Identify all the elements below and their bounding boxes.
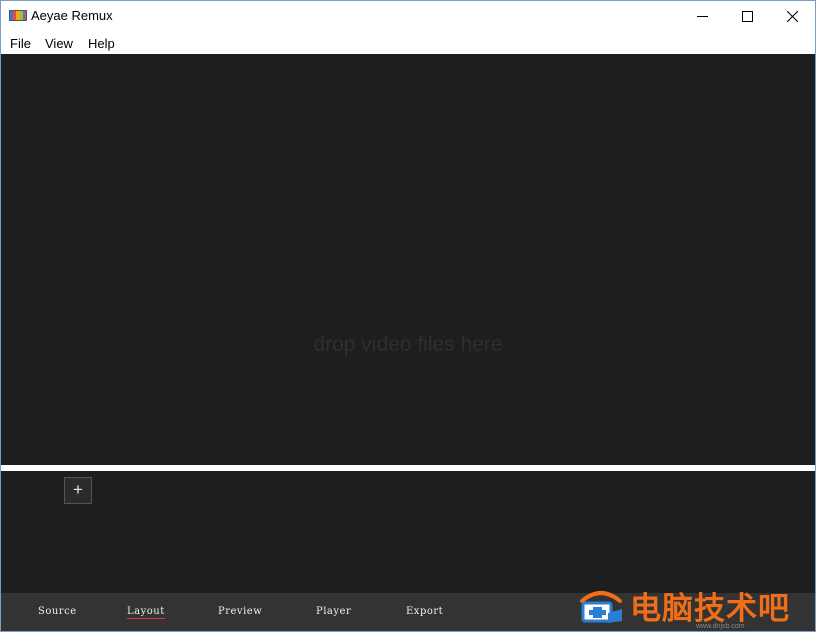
add-track-button[interactable]: + xyxy=(64,477,92,504)
menu-file[interactable]: File xyxy=(10,36,31,51)
tab-player[interactable]: Player xyxy=(316,606,351,617)
tab-preview[interactable]: Preview xyxy=(218,606,262,617)
menu-view[interactable]: View xyxy=(45,36,73,51)
film-strip-icon xyxy=(9,10,27,21)
maximize-button[interactable] xyxy=(724,1,770,31)
watermark: 电脑技术吧 www.dnjsb.com xyxy=(576,583,815,631)
tab-layout[interactable]: Layout xyxy=(127,606,165,619)
drop-hint: drop video files here xyxy=(313,333,503,356)
maximize-icon xyxy=(741,10,753,22)
timeline-panel: + xyxy=(1,471,815,593)
title-bar[interactable]: Aeyae Remux xyxy=(1,1,815,31)
close-button[interactable] xyxy=(769,1,815,31)
watermark-url: www.dnjsb.com xyxy=(696,623,745,630)
menu-help[interactable]: Help xyxy=(88,36,115,51)
computer-logo-icon xyxy=(580,591,622,623)
video-drop-area[interactable]: drop video files here xyxy=(1,54,815,465)
tab-export[interactable]: Export xyxy=(406,606,443,617)
menu-bar: File View Help xyxy=(1,31,815,54)
close-icon xyxy=(786,10,798,22)
watermark-text: 电脑技术吧 xyxy=(630,591,790,627)
tab-source[interactable]: Source xyxy=(38,606,77,617)
window-title: Aeyae Remux xyxy=(31,8,113,23)
app-window: Aeyae Remux File View Help drop video fi… xyxy=(0,0,816,632)
minimize-icon xyxy=(696,15,708,17)
minimize-button[interactable] xyxy=(679,1,725,31)
